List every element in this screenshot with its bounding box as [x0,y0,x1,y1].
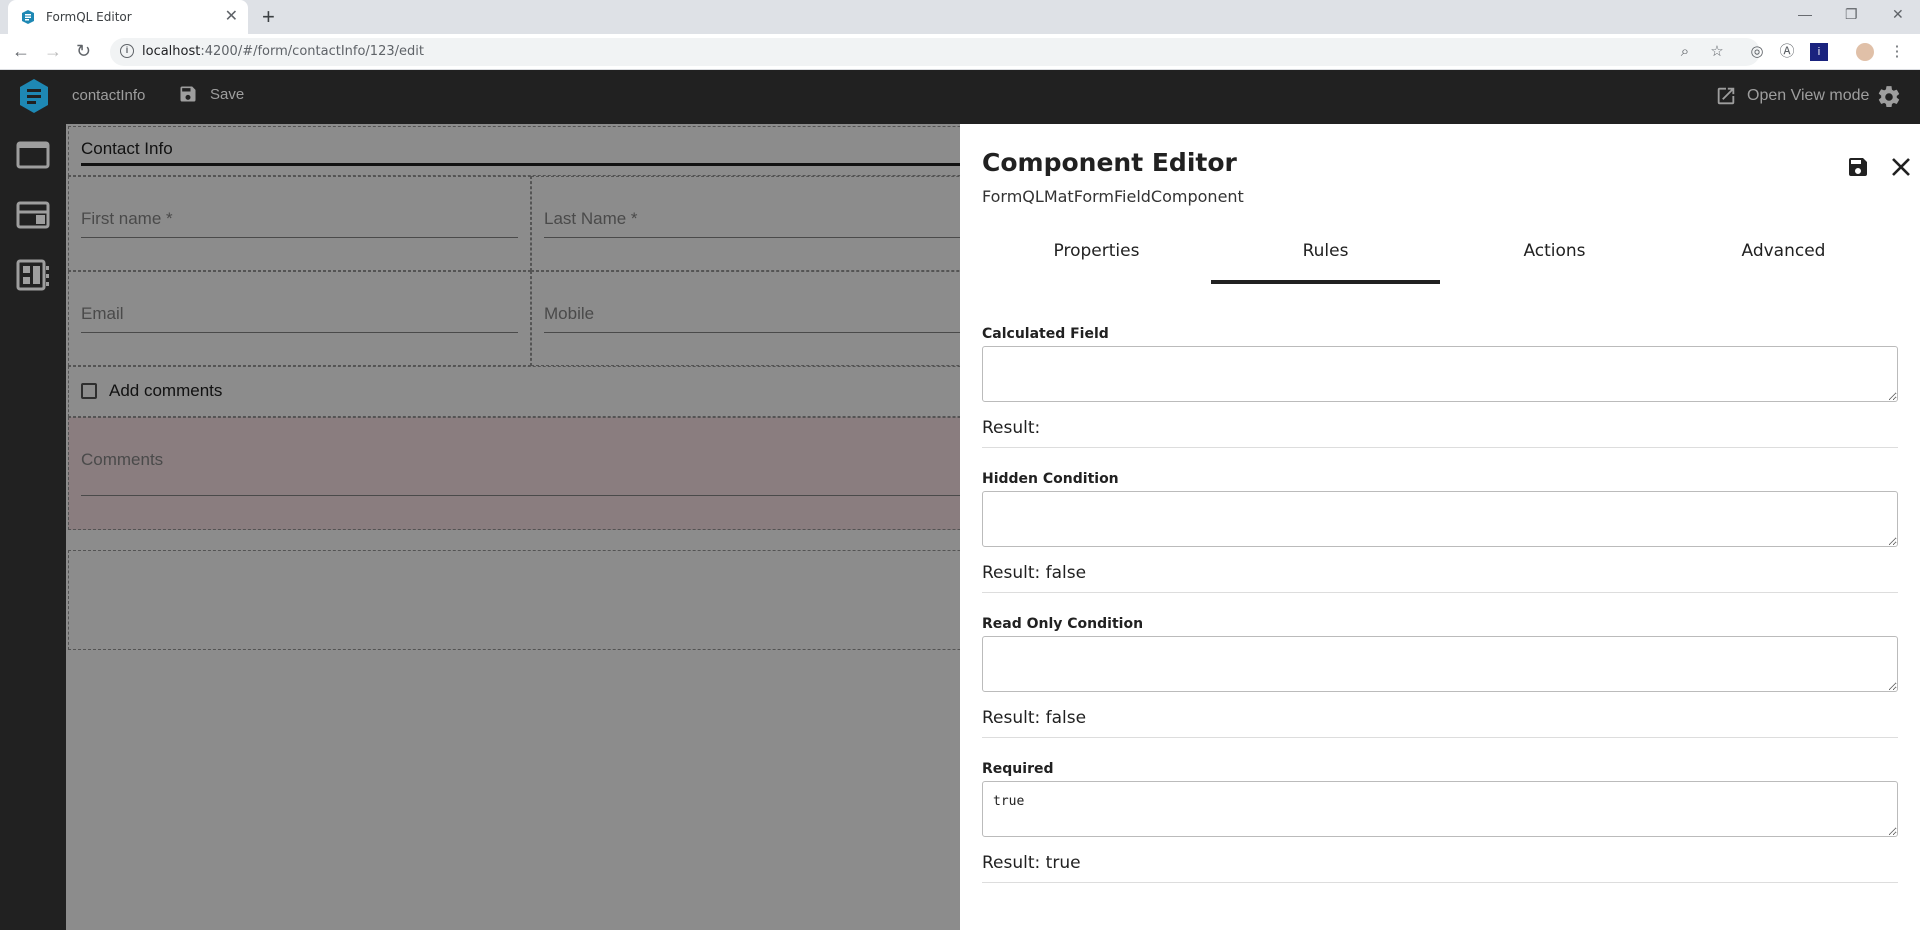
active-tab-indicator [1211,280,1440,284]
url-text[interactable]: localhost:4200/#/form/contactInfo/123/ed… [142,44,424,59]
browser-toolbar: ← → ↻ i localhost:4200/#/form/contactInf… [0,34,1920,70]
save-icon [180,86,196,102]
restore-icon[interactable]: ❐ [1845,6,1858,23]
rule-label: Hidden Condition [982,471,1119,487]
components-icon[interactable] [16,258,50,292]
save-label: Save [210,85,245,103]
open-view-mode-button[interactable]: Open View mode [1715,85,1869,107]
rule-label: Calculated Field [982,326,1109,342]
browser-menu-icon[interactable]: ⋮ [1888,43,1906,61]
browser-tab-title: FormQL Editor [46,10,132,24]
divider [982,882,1898,883]
page-icon[interactable] [16,138,50,172]
editor-title: Component Editor [982,148,1237,177]
left-sidebar [0,124,66,930]
save-button[interactable]: Save [178,84,244,104]
divider [982,447,1898,448]
back-icon[interactable]: ← [12,40,30,62]
rule-result: Result: false [982,708,1087,728]
url-host: localhost [142,44,201,59]
component-editor-panel: Component Editor FormQLMatFormFieldCompo… [960,124,1920,930]
tab-properties[interactable]: Properties [982,230,1211,284]
open-view-mode-label: Open View mode [1747,87,1870,104]
save-icon[interactable] [1846,155,1870,179]
reload-icon[interactable]: ↻ [76,40,91,62]
bookmark-star-icon[interactable]: ☆ [1708,43,1726,61]
read-only-condition-input[interactable] [982,636,1898,692]
tab-advanced[interactable]: Advanced [1669,230,1898,284]
extension-icon[interactable]: ◎ [1748,43,1766,61]
required-input[interactable]: true [982,781,1898,837]
close-icon[interactable] [1889,155,1913,179]
rule-label: Required [982,761,1054,777]
form-name[interactable]: contactInfo [72,87,145,104]
translate-extension-icon[interactable]: Ⓐ [1778,43,1796,61]
tab-actions[interactable]: Actions [1440,230,1669,284]
open-in-new-icon [1717,87,1735,105]
close-window-icon[interactable]: ✕ [1892,6,1904,23]
profile-avatar-icon[interactable] [1856,43,1874,61]
hidden-condition-input[interactable] [982,491,1898,547]
editor-tabs: Properties Rules Actions Advanced [982,230,1898,284]
browser-tab[interactable]: FormQL Editor ✕ [8,0,248,34]
backdrop-overlay[interactable] [66,124,960,930]
divider [982,592,1898,593]
settings-gear-icon[interactable] [1876,84,1902,110]
address-bar[interactable]: i localhost:4200/#/form/contactInfo/123/… [110,38,1760,66]
browser-tabstrip: FormQL Editor ✕ + — ❐ ✕ [0,0,1920,34]
calculated-field-input[interactable] [982,346,1898,402]
formql-logo-icon[interactable] [18,78,50,114]
section-icon[interactable] [16,198,50,232]
rule-result: Result: [982,418,1041,438]
new-tab-icon[interactable]: + [262,6,275,28]
app-header: contactInfo Save Open View mode [0,70,1920,124]
rule-result: Result: true [982,853,1081,873]
rule-result: Result: false [982,563,1087,583]
extension-blue-icon[interactable]: i [1810,43,1828,61]
url-path: :4200/#/form/contactInfo/123/edit [200,44,424,59]
editor-component-name: FormQLMatFormFieldComponent [982,187,1244,206]
tab-rules[interactable]: Rules [1211,230,1440,284]
divider [982,737,1898,738]
site-info-icon[interactable]: i [120,44,134,58]
zoom-icon[interactable]: ⌕ [1676,43,1694,61]
rule-label: Read Only Condition [982,616,1144,632]
close-tab-icon[interactable]: ✕ [225,9,238,25]
formql-favicon-icon [22,10,34,24]
minimize-icon[interactable]: — [1798,6,1812,22]
forward-icon[interactable]: → [44,40,62,62]
